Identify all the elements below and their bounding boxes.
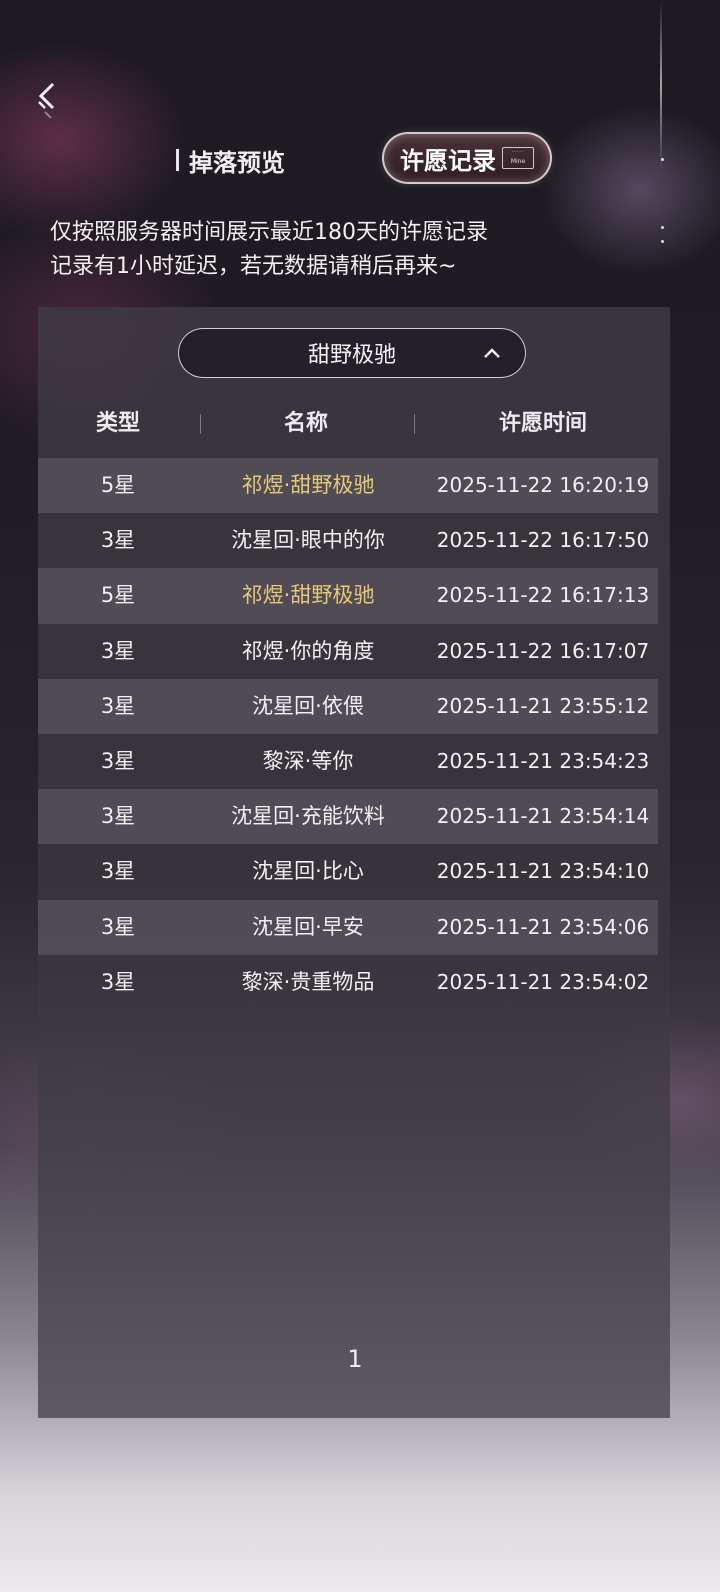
row-time: 2025-11-22 16:20:19 bbox=[436, 473, 650, 497]
row-name: 黎深·贵重物品 bbox=[241, 969, 375, 994]
table-row: 5星 祁煜·甜野极驰 2025-11-22 16:20:19 bbox=[38, 458, 658, 514]
table-row: 3星 沈星回·比心 2025-11-21 23:54:10 bbox=[38, 844, 658, 899]
notice-line-1: 仅按照服务器时间展示最近180天的许愿记录 bbox=[50, 220, 488, 245]
row-time: 2025-11-22 16:17:07 bbox=[436, 638, 650, 663]
row-type: 5星 bbox=[100, 473, 136, 497]
table-row: 5星 祁煜·甜野极驰 2025-11-22 16:17:13 bbox=[38, 568, 658, 624]
mine-badge: ····· Mine bbox=[502, 147, 534, 169]
row-time: 2025-11-22 16:17:13 bbox=[436, 583, 650, 608]
row-name: 沈星回·眼中的你 bbox=[231, 528, 385, 553]
tab-indicator bbox=[176, 149, 179, 171]
table-row: 3星 黎深·贵重物品 2025-11-21 23:54:02 bbox=[38, 955, 658, 1010]
row-type: 3星 bbox=[100, 528, 136, 553]
notice-line-2: 记录有1小时延迟，若无数据请稍后再来~ bbox=[50, 254, 457, 279]
row-type: 3星 bbox=[100, 914, 136, 939]
row-time: 2025-11-22 16:17:50 bbox=[436, 528, 650, 553]
row-name: 祁煜·甜野极驰 bbox=[241, 583, 375, 608]
table-row: 3星 祁煜·你的角度 2025-11-22 16:17:07 bbox=[38, 624, 658, 679]
row-type: 3星 bbox=[100, 804, 136, 829]
chevron-up-icon bbox=[484, 348, 500, 358]
tab-label: 许愿记录 bbox=[400, 145, 496, 175]
table-row: 3星 沈星回·充能饮料 2025-11-21 23:54:14 bbox=[38, 789, 658, 845]
table-header: 类型 名称 许愿时间 bbox=[38, 404, 670, 444]
row-name: 沈星回·早安 bbox=[252, 914, 364, 939]
back-button[interactable] bbox=[28, 76, 64, 120]
header-time: 许愿时间 bbox=[498, 411, 587, 436]
row-name: 沈星回·依偎 bbox=[252, 693, 364, 718]
page-number[interactable]: 1 bbox=[340, 1345, 370, 1373]
row-time: 2025-11-21 23:54:06 bbox=[436, 914, 650, 939]
row-type: 3星 bbox=[100, 748, 136, 773]
header-type: 类型 bbox=[95, 411, 140, 436]
decorative-dot bbox=[661, 158, 664, 161]
tab-label: 掉落预览 bbox=[189, 147, 285, 177]
row-time: 2025-11-21 23:54:14 bbox=[436, 804, 650, 829]
row-name: 沈星回·充能饮料 bbox=[231, 804, 385, 829]
row-time: 2025-11-21 23:55:12 bbox=[436, 693, 650, 718]
row-name: 祁煜·你的角度 bbox=[241, 638, 375, 663]
table-row: 3星 黎深·等你 2025-11-21 23:54:23 bbox=[38, 734, 658, 789]
table-row: 3星 沈星回·眼中的你 2025-11-22 16:17:50 bbox=[38, 513, 658, 568]
row-type: 5星 bbox=[100, 583, 136, 608]
row-time: 2025-11-21 23:54:10 bbox=[436, 859, 650, 884]
back-arrow-icon bbox=[38, 82, 55, 118]
pool-select[interactable]: 甜野极驰 bbox=[178, 328, 526, 378]
decorative-light-line bbox=[660, 0, 662, 170]
record-list: 5星 祁煜·甜野极驰 2025-11-22 16:20:19 3星 沈星回·眼中… bbox=[38, 458, 670, 1010]
notice-text: 仅按照服务器时间展示最近180天的许愿记录 记录有1小时延迟，若无数据请稍后再来… bbox=[50, 216, 670, 284]
row-name: 祁煜·甜野极驰 bbox=[241, 473, 375, 497]
tab-wish-record[interactable]: 许愿记录 ····· Mine bbox=[382, 132, 552, 184]
row-name: 沈星回·比心 bbox=[252, 859, 364, 884]
header-divider bbox=[414, 414, 415, 434]
row-time: 2025-11-21 23:54:23 bbox=[436, 748, 650, 773]
row-type: 3星 bbox=[100, 693, 136, 718]
row-name: 黎深·等你 bbox=[262, 748, 354, 773]
row-type: 3星 bbox=[100, 859, 136, 884]
tab-drop-preview[interactable]: 掉落预览 bbox=[176, 140, 326, 180]
row-time: 2025-11-21 23:54:02 bbox=[436, 969, 650, 994]
pool-select-value: 甜野极驰 bbox=[307, 343, 396, 368]
table-row: 3星 沈星回·依偎 2025-11-21 23:55:12 bbox=[38, 678, 658, 734]
row-type: 3星 bbox=[100, 969, 136, 994]
table-row: 3星 沈星回·早安 2025-11-21 23:54:06 bbox=[38, 899, 658, 955]
row-type: 3星 bbox=[100, 638, 136, 663]
header-name: 名称 bbox=[283, 411, 328, 436]
